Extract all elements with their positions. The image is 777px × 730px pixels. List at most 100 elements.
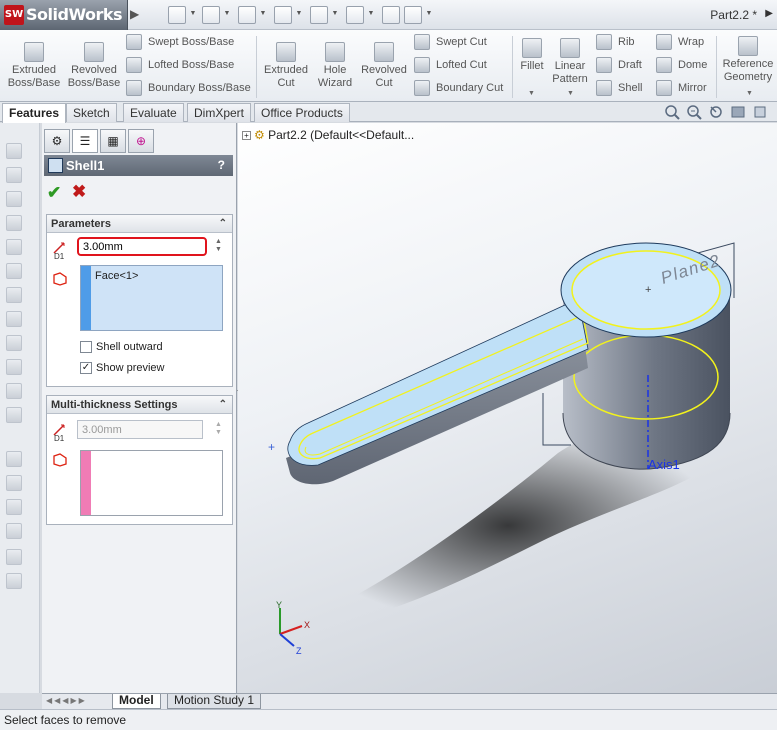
ok-checkmark-icon[interactable]: ✔	[47, 183, 61, 203]
multi-thickness-spinner[interactable]: ▲ ▼	[215, 421, 222, 437]
section-view-icon[interactable]	[730, 104, 746, 120]
loft-strip-icon[interactable]	[6, 215, 22, 231]
mirror-strip-icon[interactable]	[6, 451, 22, 467]
boundary-boss-button[interactable]: Boundary Boss/Base	[126, 78, 251, 98]
show-preview-box[interactable]: ✓	[80, 362, 92, 374]
undo-dropdown-icon[interactable]: ▼	[331, 10, 339, 17]
plane-strip-icon[interactable]	[6, 287, 22, 303]
lofted-cut-button[interactable]: Lofted Cut	[414, 55, 487, 75]
dimxpert-manager-tab-icon[interactable]: ⊕	[128, 129, 154, 153]
reference-strip-icon[interactable]	[6, 549, 22, 565]
fillet-strip-icon[interactable]	[6, 311, 22, 327]
face-list-item[interactable]: Face<1>	[95, 270, 138, 282]
wrap-button[interactable]: Wrap	[656, 32, 704, 52]
revolve-strip-icon[interactable]	[6, 167, 22, 183]
multi-thickness-input[interactable]	[77, 420, 203, 439]
dome-button[interactable]: Dome	[656, 55, 707, 75]
print-icon[interactable]	[274, 6, 292, 24]
options-dropdown-icon[interactable]: ▼	[425, 10, 433, 17]
configuration-manager-tab-icon[interactable]: ▦	[100, 129, 126, 153]
open-dropdown-icon[interactable]: ▼	[223, 10, 231, 17]
parameters-group-header[interactable]: Parameters ⌃	[47, 215, 232, 233]
zoom-to-fit-icon[interactable]	[664, 104, 680, 120]
collapse-chevron-icon[interactable]: ⌃	[219, 215, 227, 233]
thickness-spinner[interactable]: ▲ ▼	[215, 238, 222, 254]
reference-triad[interactable]: Y X Z	[266, 598, 316, 658]
tab-scroll-arrows-icon[interactable]: ◀◀◀▶▶	[46, 696, 87, 705]
previous-view-icon[interactable]	[708, 104, 724, 120]
pattern-strip-icon[interactable]	[6, 475, 22, 491]
mirror-button[interactable]: Mirror	[656, 78, 707, 98]
hole-wizard-button[interactable]: Hole Wizard	[312, 42, 358, 90]
thickness-input[interactable]	[77, 237, 207, 256]
options-icon[interactable]	[404, 6, 422, 24]
dome-strip-icon[interactable]	[6, 523, 22, 539]
cancel-x-icon[interactable]: ✖	[72, 182, 86, 202]
new-document-icon[interactable]	[168, 6, 186, 24]
draft-strip-icon[interactable]	[6, 383, 22, 399]
reference-geometry-dropdown-icon[interactable]: ▼	[746, 90, 753, 97]
extruded-cut-button[interactable]: Extruded Cut	[262, 42, 310, 90]
graphics-area[interactable]: + ⚙ Part2.2 (Default<<Default... Plane2 …	[238, 123, 777, 693]
draft-button[interactable]: Draft	[596, 55, 642, 75]
reference-geometry-button[interactable]: Reference Geometry	[720, 36, 776, 84]
open-folder-icon[interactable]	[202, 6, 220, 24]
help-button[interactable]: ?	[218, 155, 225, 176]
feature-manager-tab-icon[interactable]: ⚙	[44, 129, 70, 153]
select-arrow-icon[interactable]	[346, 6, 364, 24]
rib-button[interactable]: Rib	[596, 32, 635, 52]
shell-outward-box[interactable]	[80, 341, 92, 353]
tab-office-products[interactable]: Office Products	[254, 103, 350, 122]
lofted-boss-button[interactable]: Lofted Boss/Base	[126, 55, 234, 75]
revolved-cut-button[interactable]: Revolved Cut	[360, 42, 408, 90]
undo-icon[interactable]	[310, 6, 328, 24]
window-menu-icon[interactable]: ▶	[765, 8, 773, 19]
helix-strip-icon[interactable]	[6, 573, 22, 589]
linear-pattern-button[interactable]: Linear Pattern	[548, 38, 592, 86]
boundary-strip-icon[interactable]	[6, 239, 22, 255]
tab-model[interactable]: Model	[112, 694, 161, 709]
extrude-strip-icon[interactable]	[6, 143, 22, 159]
new-dropdown-icon[interactable]: ▼	[189, 10, 197, 17]
save-dropdown-icon[interactable]: ▼	[259, 10, 267, 17]
swept-boss-button[interactable]: Swept Boss/Base	[126, 32, 234, 52]
revolved-boss-button[interactable]: Revolved Boss/Base	[66, 42, 122, 90]
show-preview-checkbox[interactable]: ✓ Show preview	[80, 362, 164, 376]
fillet-button[interactable]: Fillet	[516, 38, 548, 73]
extruded-boss-button[interactable]: Extruded Boss/Base	[6, 42, 62, 90]
axis-label[interactable]: Axis1	[648, 457, 680, 472]
rebuild-icon[interactable]	[382, 6, 400, 24]
tab-dimxpert[interactable]: DimXpert	[187, 103, 252, 122]
fillet-dropdown-icon[interactable]: ▼	[528, 90, 535, 97]
cut-strip-icon[interactable]	[6, 263, 22, 279]
save-icon[interactable]	[238, 6, 256, 24]
shell-strip-icon[interactable]	[6, 359, 22, 375]
chamfer-strip-icon[interactable]	[6, 335, 22, 351]
property-manager-tab-icon[interactable]: ☰	[72, 129, 98, 153]
multi-thickness-header-label: Multi-thickness Settings	[51, 399, 178, 411]
rib-strip-icon[interactable]	[6, 407, 22, 423]
sweep-strip-icon[interactable]	[6, 191, 22, 207]
menu-expand-icon[interactable]: ▶	[130, 7, 139, 21]
view-orientation-icon[interactable]	[752, 104, 768, 120]
show-preview-label: Show preview	[96, 362, 165, 374]
tab-sketch[interactable]: Sketch	[66, 103, 117, 122]
multi-thickness-group-header[interactable]: Multi-thickness Settings ⌃	[47, 396, 232, 414]
collapse-chevron-icon[interactable]: ⌃	[219, 396, 227, 414]
shell-outward-checkbox[interactable]: Shell outward	[80, 341, 163, 355]
shell-button[interactable]: Shell	[596, 78, 642, 98]
curve-strip-icon[interactable]	[6, 499, 22, 515]
print-dropdown-icon[interactable]: ▼	[295, 10, 303, 17]
swept-cut-button[interactable]: Swept Cut	[414, 32, 487, 52]
faces-to-remove-list[interactable]: Face<1>	[80, 265, 223, 331]
tab-evaluate[interactable]: Evaluate	[123, 103, 184, 122]
multi-thickness-faces-list[interactable]	[80, 450, 223, 516]
boundary-cut-button[interactable]: Boundary Cut	[414, 78, 503, 98]
pattern-dropdown-icon[interactable]: ▼	[567, 90, 574, 97]
select-dropdown-icon[interactable]: ▼	[367, 10, 375, 17]
zoom-area-icon[interactable]	[686, 104, 702, 120]
app-logo[interactable]: SW SolidWorks	[0, 0, 128, 30]
model-viewport[interactable]: Plane2 + + Axis1	[238, 123, 777, 693]
tab-features[interactable]: Features	[2, 103, 67, 123]
tab-motion-study-1[interactable]: Motion Study 1	[167, 694, 262, 709]
